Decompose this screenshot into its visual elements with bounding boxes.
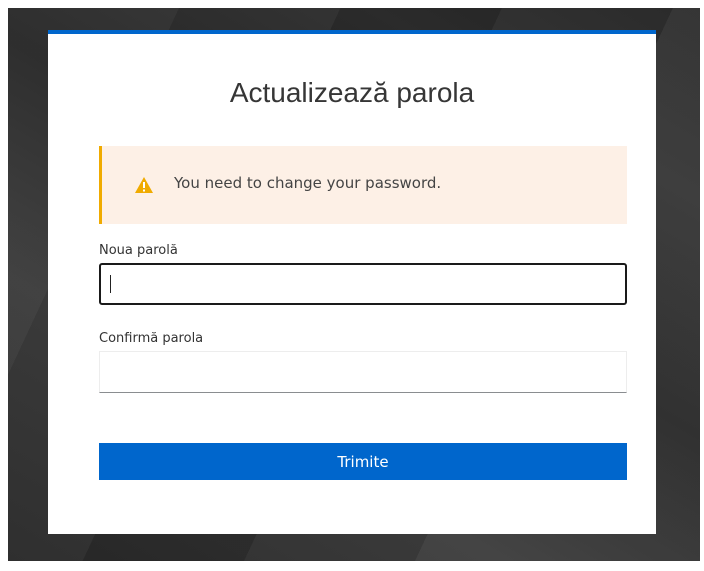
new-password-label: Noua parolă (99, 243, 178, 258)
page-title: Actualizează parola (229, 77, 475, 108)
warning-alert: You need to change your password. (99, 146, 627, 224)
confirm-password-label: Confirmă parola (99, 331, 204, 346)
confirm-password-input[interactable] (99, 351, 627, 393)
alert-message: You need to change your password. (174, 174, 442, 192)
new-password-input[interactable] (99, 263, 627, 305)
text-caret (110, 275, 111, 293)
warning-icon (135, 177, 153, 193)
update-password-card: Actualizează parola You need to change y… (48, 30, 656, 534)
submit-button[interactable]: Trimite (99, 443, 627, 480)
